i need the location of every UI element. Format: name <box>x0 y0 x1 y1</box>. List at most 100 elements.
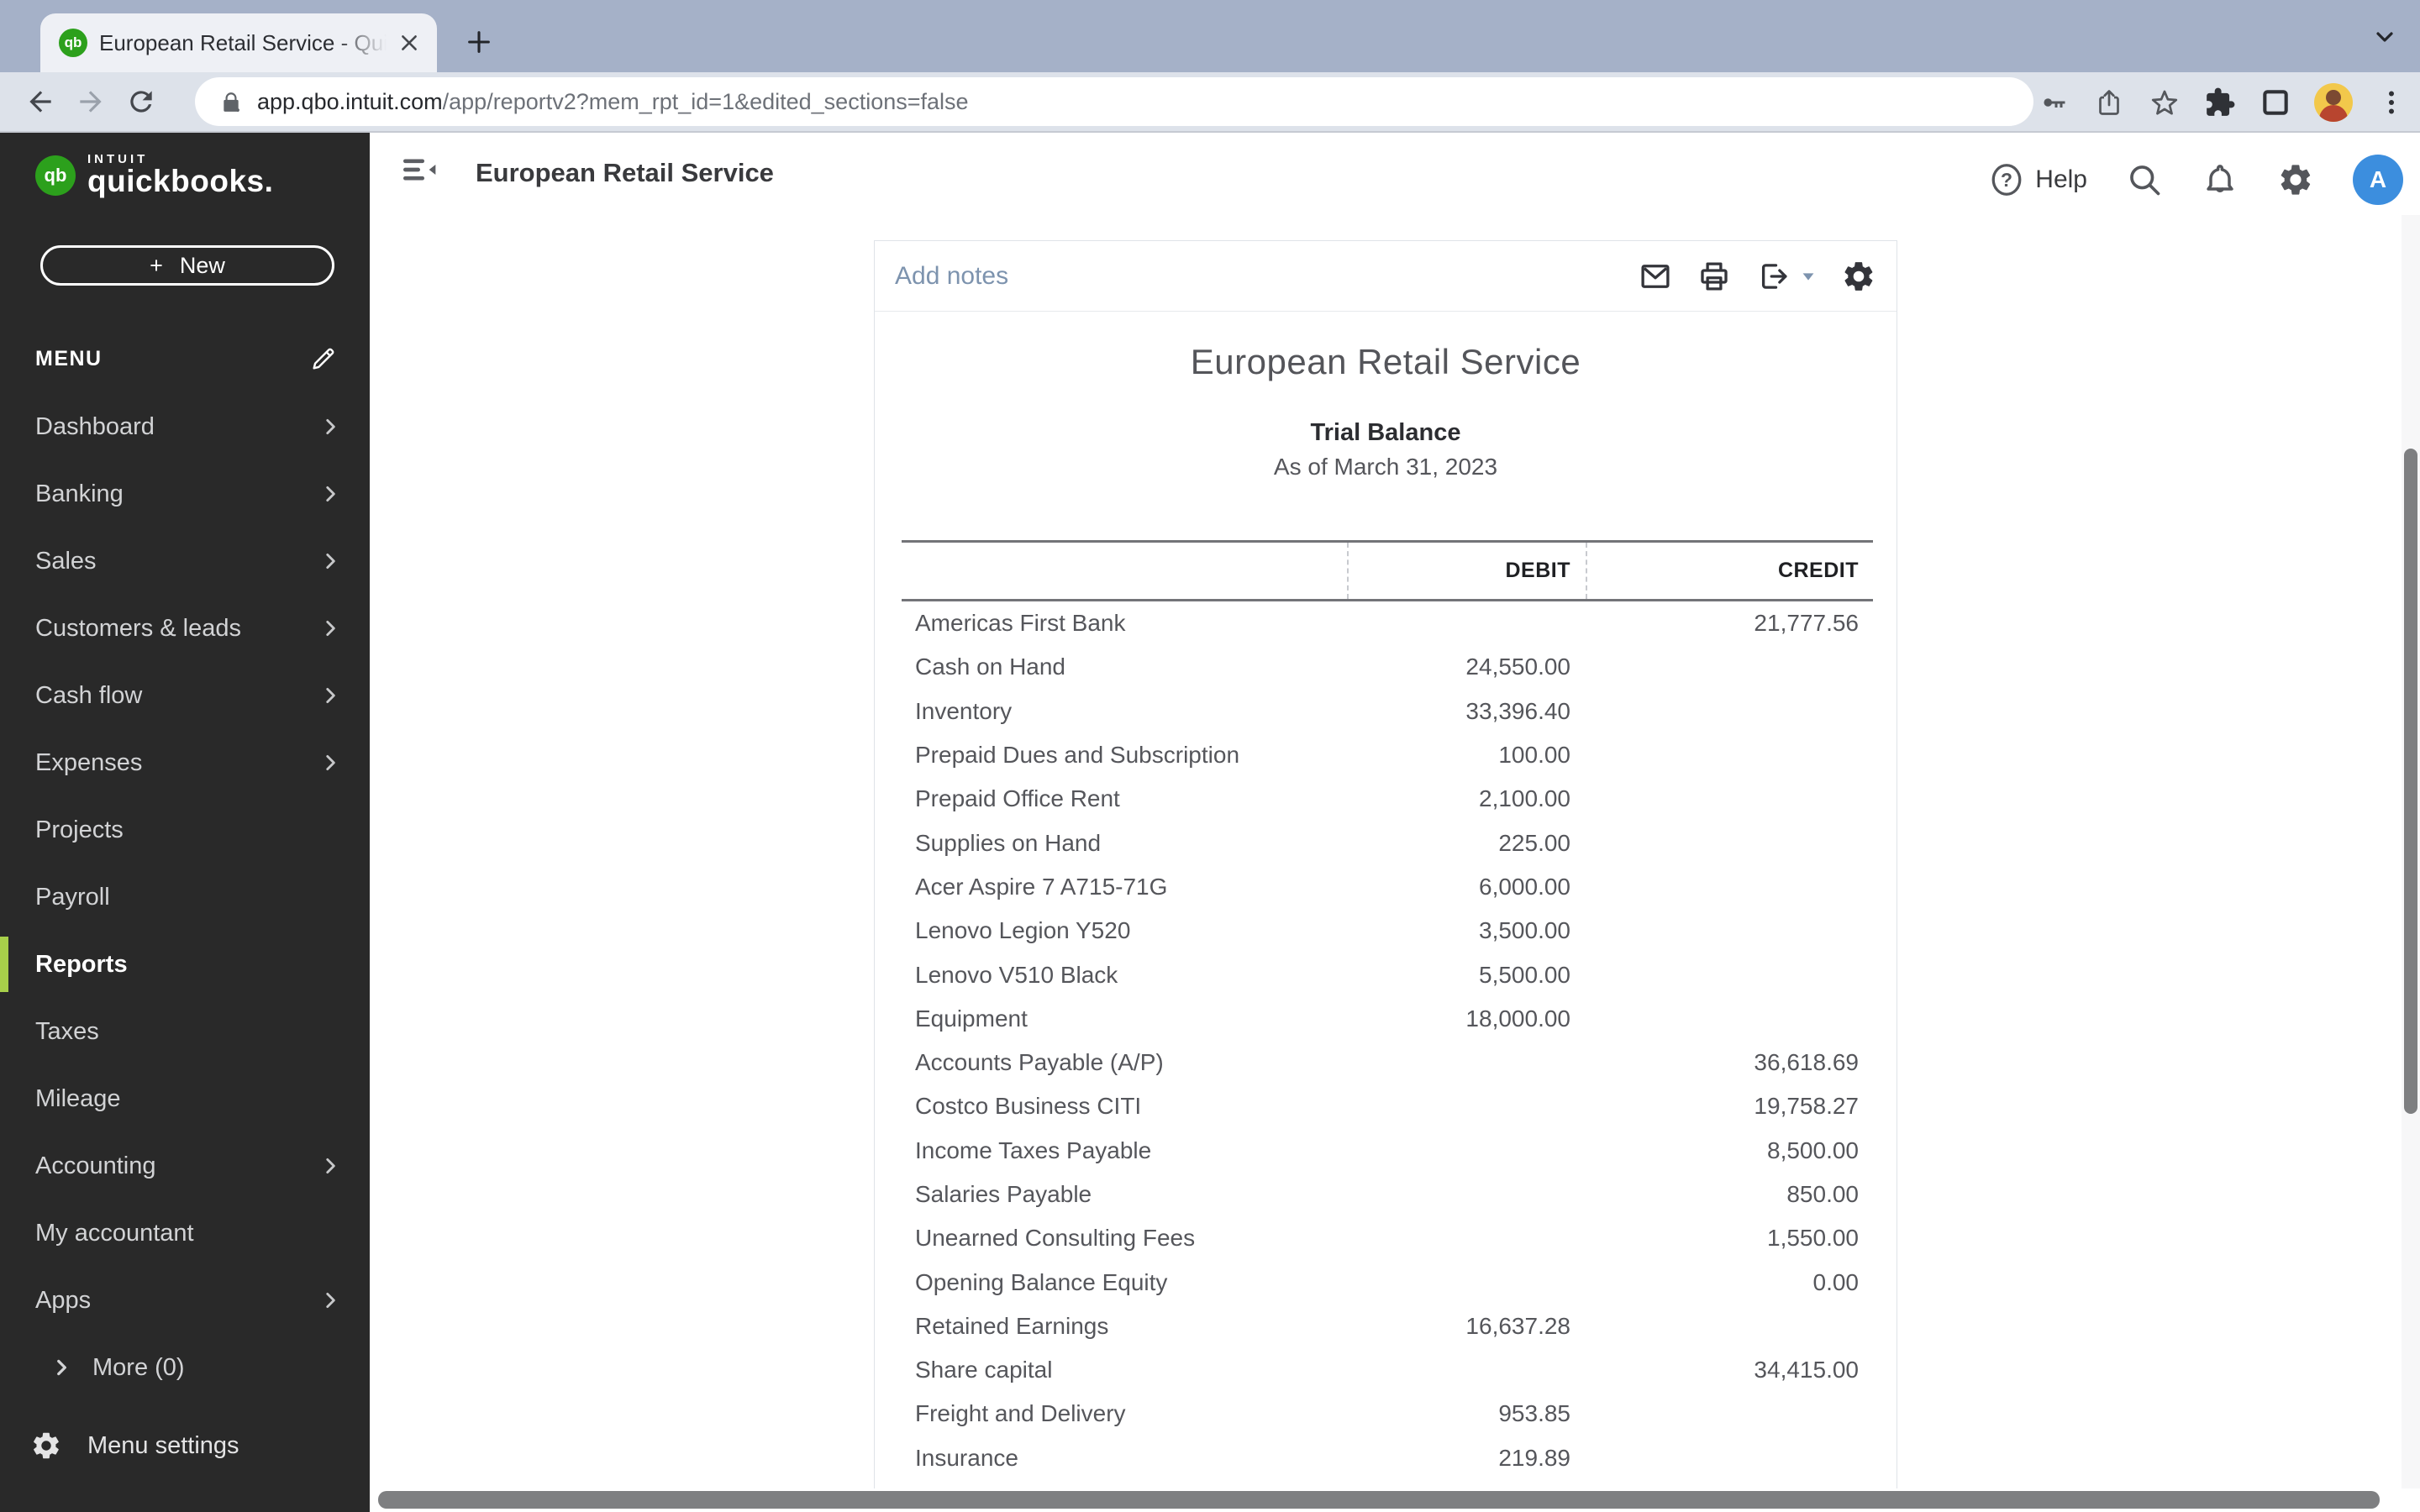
credit-value[interactable]: 0.00 <box>1570 1269 1873 1296</box>
forward-button[interactable] <box>66 76 116 127</box>
edit-menu-pencil-icon[interactable] <box>309 344 338 373</box>
new-button[interactable]: + New <box>40 245 334 286</box>
sidebar-item[interactable]: Dashboard <box>0 393 370 460</box>
sidebar-item[interactable]: More (0) <box>0 1334 370 1401</box>
sidebar-item[interactable]: Mileage <box>0 1065 370 1132</box>
debit-value[interactable]: 100.00 <box>1347 742 1570 769</box>
extensions-puzzle-icon[interactable] <box>2203 86 2237 119</box>
account-name: Income Taxes Payable <box>915 1137 1152 1163</box>
credit-value[interactable]: 850.00 <box>1570 1181 1873 1208</box>
credit-value[interactable]: 34,415.00 <box>1570 1357 1873 1383</box>
debit-value[interactable]: 3,500.00 <box>1347 917 1570 944</box>
sidebar-item[interactable]: My accountant <box>0 1200 370 1267</box>
svg-text:?: ? <box>2001 169 2012 191</box>
horizontal-scrollbar[interactable] <box>370 1488 2420 1512</box>
debit-value[interactable]: 953.85 <box>1347 1400 1570 1427</box>
tab-close-icon[interactable] <box>398 32 420 54</box>
debit-value[interactable]: 16,637.28 <box>1347 1313 1570 1340</box>
share-icon[interactable] <box>2092 86 2126 119</box>
table-row: Insurance 219.89 <box>902 1436 1873 1480</box>
help-button[interactable]: ? Help <box>1988 161 2087 198</box>
account-name: Freight and Delivery <box>915 1400 1126 1427</box>
menu-settings-label: Menu settings <box>87 1431 239 1459</box>
menu-heading: MENU <box>35 346 103 370</box>
chevron-right-icon <box>319 483 341 505</box>
browser-menu-icon[interactable] <box>2375 86 2408 119</box>
menu-settings[interactable]: Menu settings <box>30 1430 239 1462</box>
new-button-label: New <box>179 252 225 278</box>
debit-value[interactable]: 18,000.00 <box>1347 1005 1570 1032</box>
browser-profile-avatar[interactable] <box>2314 83 2353 122</box>
sidebar-item-label: More (0) <box>92 1353 185 1381</box>
email-icon[interactable] <box>1638 259 1673 294</box>
settings-gear-icon[interactable] <box>2277 161 2314 198</box>
report-toolbar: Add notes <box>875 241 1897 312</box>
account-name: Accounts Payable (A/P) <box>915 1049 1164 1076</box>
table-header-row: DEBIT CREDIT <box>902 543 1873 599</box>
chevron-right-icon <box>319 685 341 706</box>
url-host: app.qbo.intuit.com <box>257 88 443 114</box>
bookmark-star-icon[interactable] <box>2148 86 2181 119</box>
sidebar-item[interactable]: Cash flow <box>0 662 370 729</box>
sidebar-item[interactable]: Taxes <box>0 998 370 1065</box>
debit-value[interactable]: 2,100.00 <box>1347 785 1570 812</box>
credit-value[interactable]: 8,500.00 <box>1570 1137 1873 1164</box>
credit-value[interactable]: 36,618.69 <box>1570 1049 1873 1076</box>
table-row: Unearned Consulting Fees 1,550.00 <box>902 1216 1873 1260</box>
sidebar-item[interactable]: Banking <box>0 460 370 528</box>
user-avatar[interactable]: A <box>2353 155 2403 205</box>
debit-value[interactable]: 33,396.40 <box>1347 698 1570 725</box>
sidebar-item[interactable]: Expenses <box>0 729 370 796</box>
debit-value[interactable]: 219.89 <box>1347 1445 1570 1472</box>
vertical-scrollbar[interactable] <box>2402 215 2420 1512</box>
browser-tab[interactable]: qb European Retail Service - Quic <box>40 13 437 72</box>
sidebar-item[interactable]: Accounting <box>0 1132 370 1200</box>
credit-value[interactable]: 21,777.56 <box>1570 610 1873 637</box>
debit-value[interactable]: 225.00 <box>1347 830 1570 857</box>
sidebar-item-label: Reports <box>35 950 128 978</box>
address-bar[interactable]: app.qbo.intuit.com/app/reportv2?mem_rpt_… <box>195 77 2033 126</box>
add-notes-link[interactable]: Add notes <box>895 262 1008 291</box>
report-title: Trial Balance <box>1310 419 1461 446</box>
credit-value[interactable]: 19,758.27 <box>1570 1093 1873 1120</box>
tab-search-chevron-icon[interactable] <box>2371 24 2398 50</box>
debit-value[interactable]: 24,550.00 <box>1347 654 1570 680</box>
sidebar-item-label: Dashboard <box>35 412 155 440</box>
vertical-scrollbar-thumb[interactable] <box>2404 449 2417 1114</box>
search-icon[interactable] <box>2126 161 2163 198</box>
account-name: Costco Business CITI <box>915 1093 1142 1120</box>
report-company-name: European Retail Service <box>1190 342 1581 381</box>
table-row: Cash on Hand 24,550.00 <box>902 645 1873 689</box>
export-caret-icon[interactable] <box>1799 267 1818 286</box>
table-row: Acer Aspire 7 A715-71G 6,000.00 <box>902 865 1873 909</box>
chevron-right-icon <box>319 1155 341 1177</box>
notifications-bell-icon[interactable] <box>2202 161 2238 198</box>
collapse-menu-button[interactable] <box>402 153 439 186</box>
sidebar-item[interactable]: Apps <box>0 1267 370 1334</box>
horizontal-scrollbar-thumb[interactable] <box>378 1491 2380 1509</box>
sidebar-item-label: Apps <box>35 1286 92 1314</box>
passwords-key-icon[interactable] <box>2037 86 2070 119</box>
export-icon[interactable] <box>1755 259 1791 294</box>
print-icon[interactable] <box>1697 259 1732 294</box>
debit-value[interactable]: 5,500.00 <box>1347 962 1570 989</box>
sidebar-item[interactable]: Customers & leads <box>0 595 370 662</box>
refresh-button[interactable] <box>116 76 166 127</box>
table-row: Income Taxes Payable 8,500.00 <box>902 1129 1873 1173</box>
url-text: app.qbo.intuit.com/app/reportv2?mem_rpt_… <box>257 89 969 115</box>
trial-balance-table: DEBIT CREDIT Americas First Bank 21,777.… <box>902 540 1873 1480</box>
sidebar-item[interactable]: Reports <box>0 931 370 998</box>
sidebar-item[interactable]: Projects <box>0 796 370 864</box>
back-button[interactable] <box>15 76 66 127</box>
debit-value[interactable]: 6,000.00 <box>1347 874 1570 900</box>
sidebar-item[interactable]: Sales <box>0 528 370 595</box>
credit-value[interactable]: 1,550.00 <box>1570 1225 1873 1252</box>
side-panel-icon[interactable] <box>2259 86 2292 119</box>
report-card: Add notes European Retail Service Trial … <box>874 240 1897 1504</box>
report-settings-gear-icon[interactable] <box>1841 259 1876 294</box>
column-divider <box>1586 543 1587 599</box>
account-name: Supplies on Hand <box>915 829 1102 856</box>
sidebar-item[interactable]: Payroll <box>0 864 370 931</box>
account-name: Unearned Consulting Fees <box>915 1225 1196 1252</box>
new-tab-button[interactable] <box>460 24 497 60</box>
